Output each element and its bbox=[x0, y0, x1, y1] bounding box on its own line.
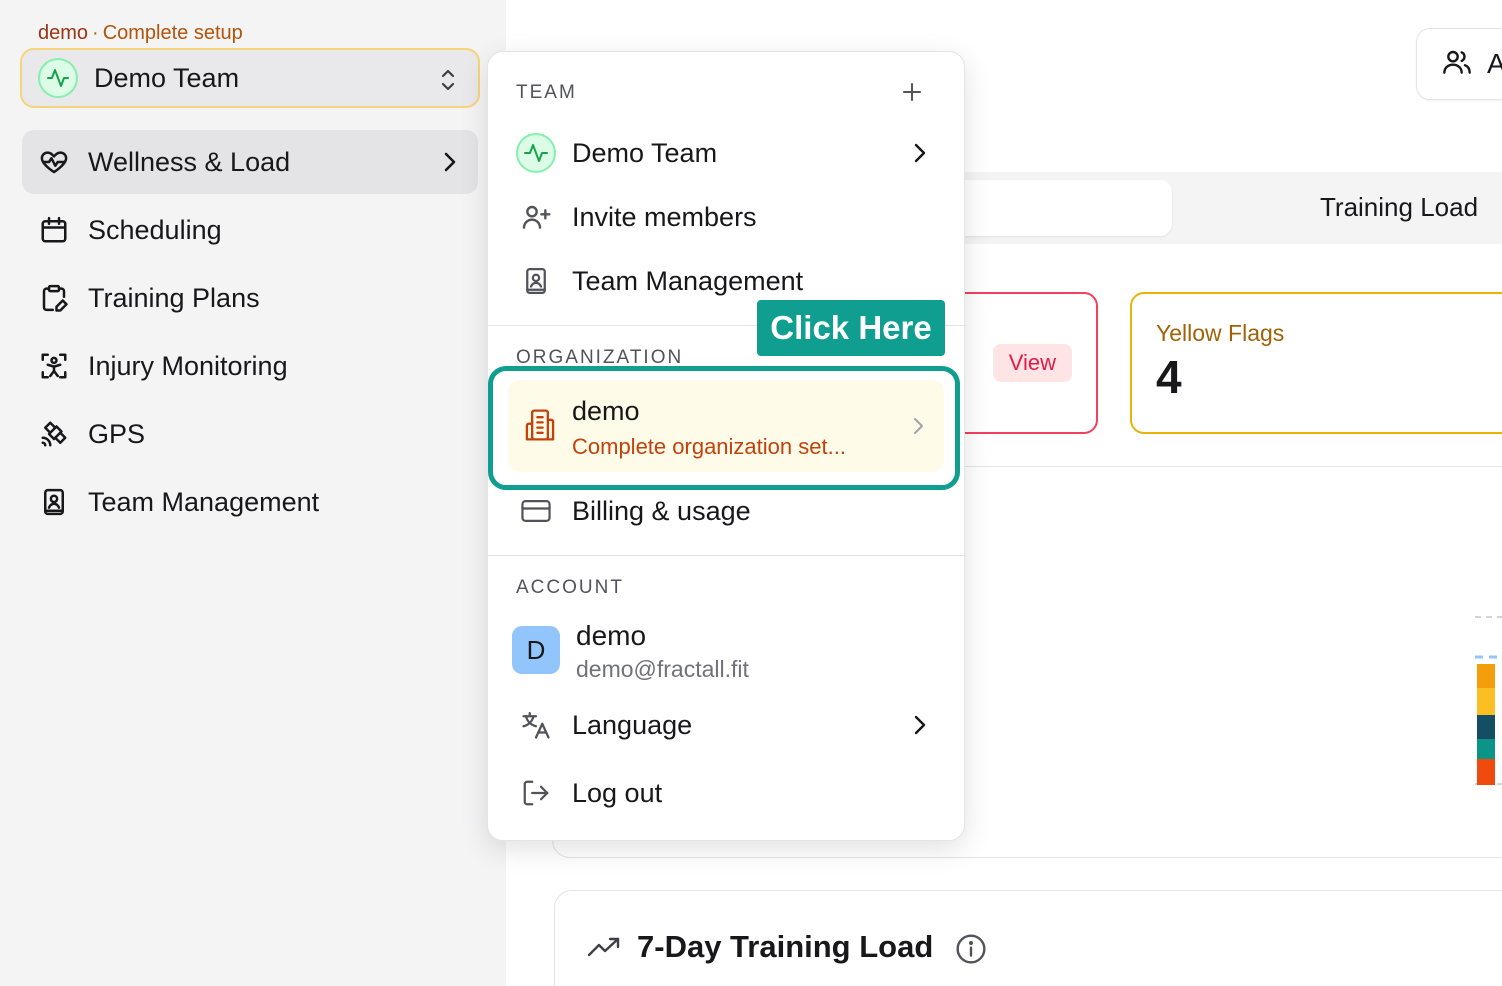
log-out-icon bbox=[516, 773, 556, 813]
heart-pulse-icon bbox=[38, 146, 70, 178]
click-here-callout: Click Here bbox=[757, 300, 945, 356]
menu-item-label: Log out bbox=[572, 777, 663, 808]
app-root: demo · Complete setup Demo Team Wellness &… bbox=[0, 0, 1502, 986]
menu-item-label: Invite members bbox=[572, 201, 757, 232]
info-icon[interactable] bbox=[955, 933, 987, 970]
trending-up-icon bbox=[587, 935, 621, 964]
training-load-card: 7-Day Training Load bbox=[554, 890, 1502, 986]
yellow-flags-card[interactable]: Yellow Flags 4 bbox=[1130, 292, 1502, 434]
chart-bar-segment bbox=[1477, 688, 1495, 715]
calendar-icon bbox=[38, 214, 70, 246]
chart-bar-segment bbox=[1477, 739, 1495, 759]
team-switcher[interactable]: Demo Team bbox=[20, 48, 480, 108]
menu-item-language[interactable]: Language bbox=[504, 697, 950, 753]
organization-name: demo bbox=[572, 396, 640, 426]
sidebar-item-training-plans[interactable]: Training Plans bbox=[22, 266, 478, 330]
sidebar-item-team-management[interactable]: Team Management bbox=[22, 470, 478, 534]
menu-item-label: Language bbox=[572, 709, 693, 740]
sidebar-item-wellness-load[interactable]: Wellness & Load bbox=[22, 130, 478, 194]
account-email: demo@fractall.fit bbox=[576, 656, 749, 682]
yellow-flags-count: 4 bbox=[1156, 351, 1182, 403]
team-switcher-name: Demo Team bbox=[94, 62, 240, 93]
sidebar: demo · Complete setup Demo Team Wellness &… bbox=[0, 0, 506, 986]
sidebar-item-label: Injury Monitoring bbox=[88, 350, 288, 381]
tab-training-load[interactable]: Training Load bbox=[1320, 192, 1478, 223]
menu-item-label: Billing & usage bbox=[572, 495, 751, 526]
chart-bar-segment bbox=[1477, 759, 1495, 785]
setup-banner[interactable]: demo · Complete setup bbox=[38, 22, 243, 45]
credit-card-icon bbox=[516, 491, 556, 531]
athletes-button[interactable]: A bbox=[1416, 28, 1502, 100]
training-load-title: 7-Day Training Load bbox=[637, 929, 934, 964]
sidebar-item-label: Training Plans bbox=[88, 282, 260, 313]
sidebar-item-label: GPS bbox=[88, 418, 146, 449]
account-info: D demo demo@fractall.fit bbox=[512, 620, 942, 698]
avatar: D bbox=[512, 626, 560, 674]
view-button[interactable]: View bbox=[992, 344, 1072, 382]
sidebar-item-label: Team Management bbox=[88, 486, 320, 517]
sidebar-nav: Wellness & Load Scheduling Training Plan… bbox=[22, 130, 478, 538]
yellow-flags-label: Yellow Flags bbox=[1156, 320, 1285, 346]
clipboard-edit-icon bbox=[38, 282, 70, 314]
organization-setup-status: Complete organization set... bbox=[572, 434, 846, 459]
menu-item-organization[interactable]: demo Complete organization set... bbox=[508, 380, 944, 472]
setup-separator: · bbox=[92, 22, 99, 44]
person-scan-icon bbox=[38, 350, 70, 382]
athletes-button-label: A bbox=[1487, 48, 1502, 79]
users-icon bbox=[1441, 46, 1473, 83]
chart-bar-segment bbox=[1477, 664, 1495, 688]
chevron-right-icon bbox=[912, 713, 928, 744]
menu-divider bbox=[488, 555, 966, 556]
contact-book-icon bbox=[38, 486, 70, 518]
user-plus-icon bbox=[516, 197, 556, 237]
team-section-title: TEAM bbox=[516, 82, 577, 103]
menu-item-billing[interactable]: Billing & usage bbox=[504, 483, 950, 539]
menu-item-logout[interactable]: Log out bbox=[504, 765, 950, 821]
setup-org-name: demo bbox=[38, 22, 89, 44]
chevron-right-icon bbox=[442, 150, 458, 181]
sidebar-item-scheduling[interactable]: Scheduling bbox=[22, 198, 478, 262]
plus-icon[interactable] bbox=[902, 82, 922, 107]
chevron-right-icon bbox=[912, 141, 928, 172]
language-icon bbox=[516, 705, 556, 745]
menu-item-invite-members[interactable]: Invite members bbox=[504, 189, 950, 245]
sidebar-item-gps[interactable]: GPS bbox=[22, 402, 478, 466]
contact-book-icon bbox=[516, 261, 556, 301]
chevrons-up-down-icon bbox=[438, 66, 458, 99]
chart-bar-segment bbox=[1477, 715, 1495, 739]
menu-item-label: Team Management bbox=[572, 265, 804, 296]
satellite-icon bbox=[38, 418, 70, 450]
sidebar-item-injury-monitoring[interactable]: Injury Monitoring bbox=[22, 334, 478, 398]
activity-icon bbox=[38, 58, 78, 98]
account-name: demo bbox=[576, 620, 647, 651]
sidebar-item-label: Wellness & Load bbox=[88, 146, 291, 177]
setup-action: Complete setup bbox=[102, 22, 243, 44]
team-switcher-menu: TEAM Demo Team Invite members Team Manag… bbox=[487, 51, 966, 841]
building-icon bbox=[524, 408, 556, 447]
chevron-right-icon bbox=[912, 416, 924, 441]
activity-icon bbox=[516, 133, 556, 173]
menu-item-demo-team[interactable]: Demo Team bbox=[504, 125, 950, 181]
account-section-title: ACCOUNT bbox=[516, 577, 624, 598]
sidebar-item-label: Scheduling bbox=[88, 214, 222, 245]
organization-section-title: ORGANIZATION bbox=[516, 347, 684, 368]
menu-item-label: Demo Team bbox=[572, 137, 718, 168]
